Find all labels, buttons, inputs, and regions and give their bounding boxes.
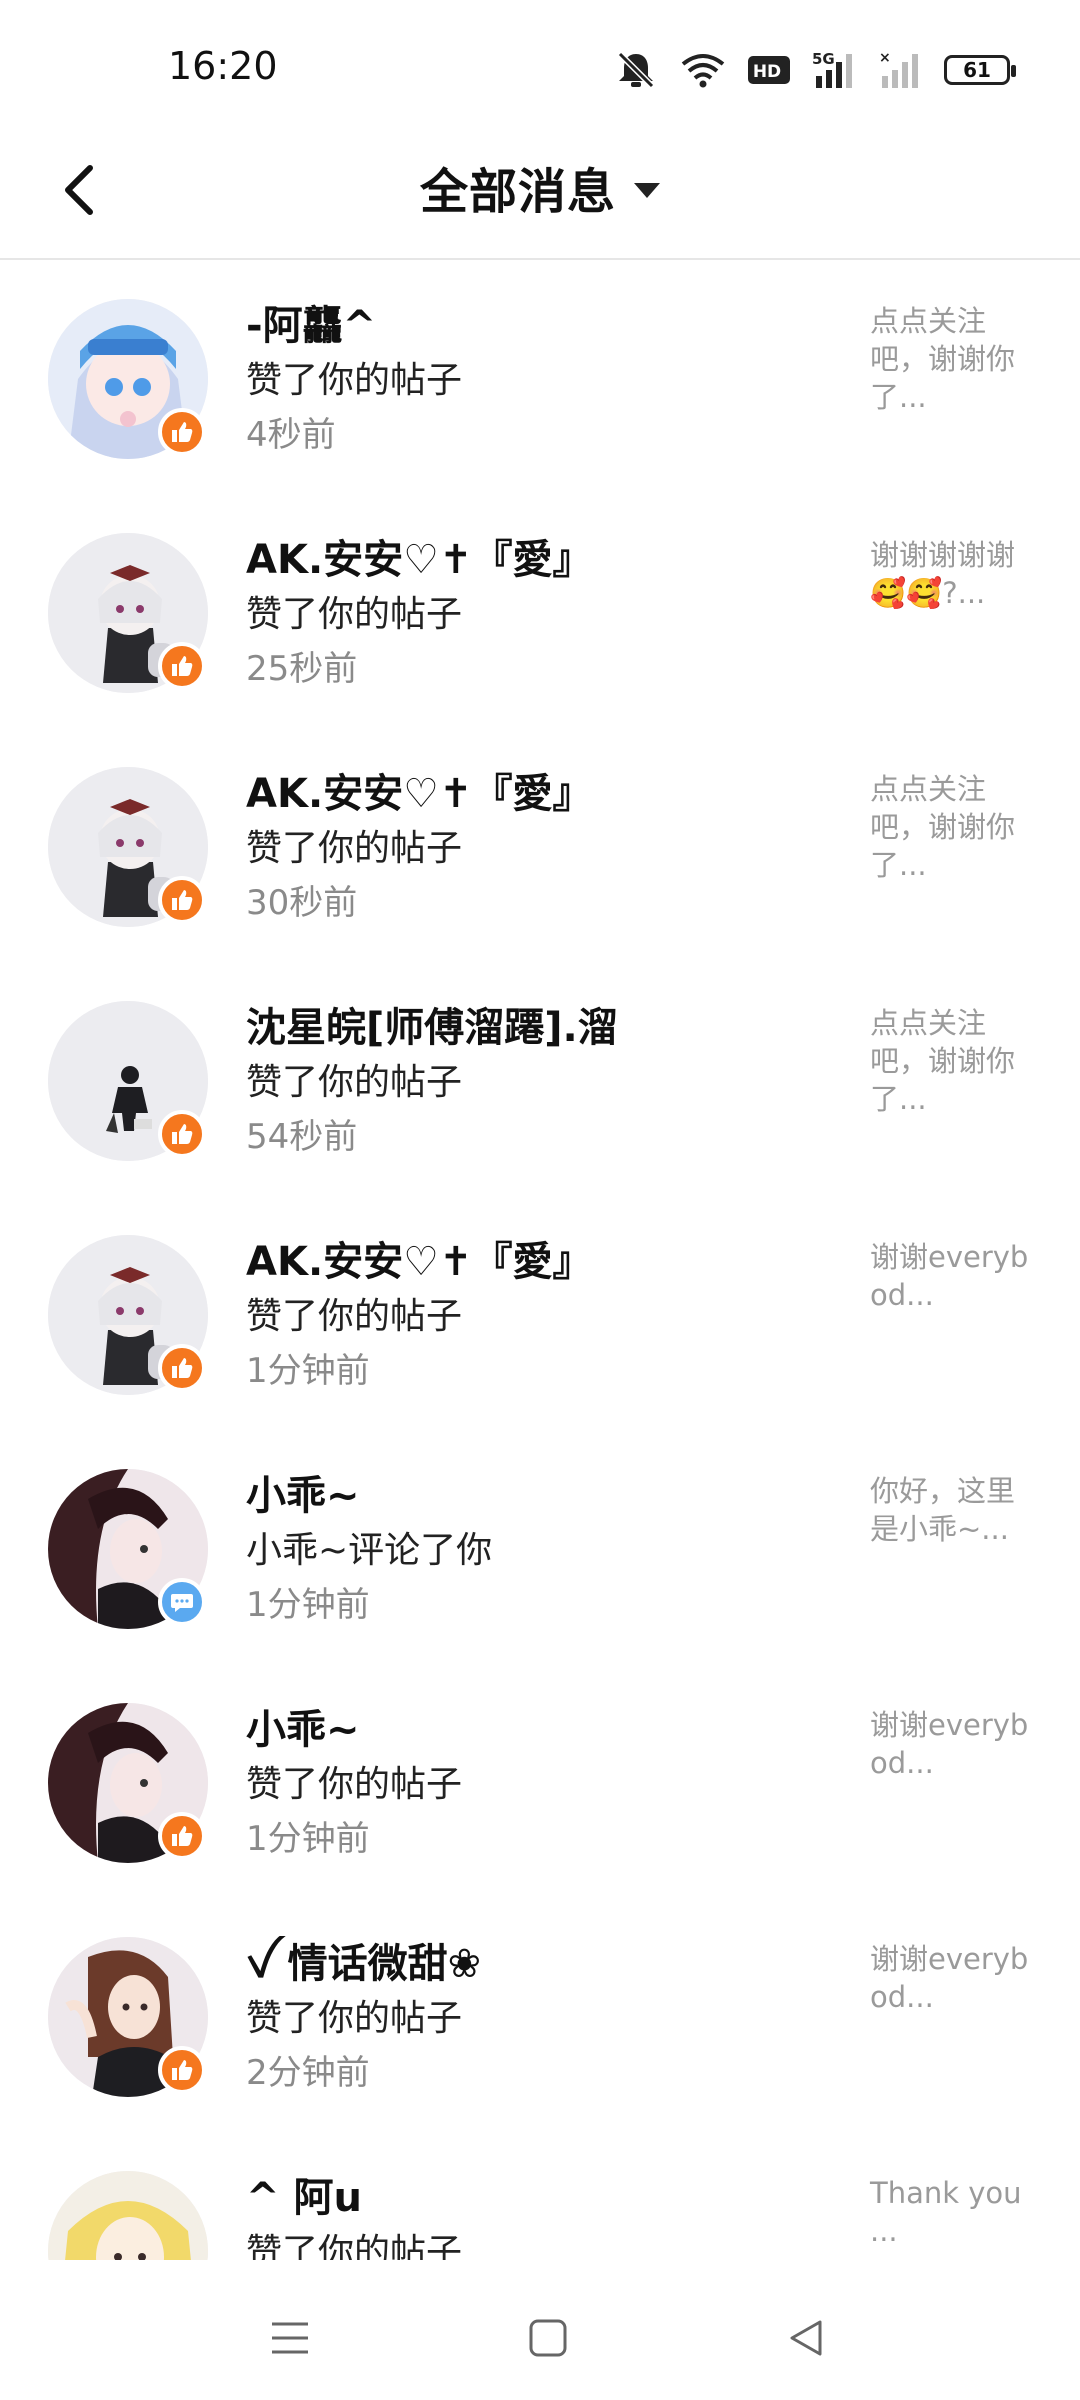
user-name[interactable]: AK.安安♡✝『愛』: [246, 1234, 846, 1290]
post-preview[interactable]: 谢谢everybod...: [870, 1238, 1040, 1314]
notification-row[interactable]: AK.安安♡✝『愛』 赞了你的帖子 1分钟前 谢谢everybod...: [0, 1198, 1080, 1432]
timestamp: 25秒前: [246, 649, 358, 689]
like-badge-icon: [158, 642, 206, 690]
menu-icon: [272, 2322, 308, 2354]
action-text: 赞了你的帖子: [246, 1062, 463, 1103]
avatar[interactable]: [48, 2171, 208, 2260]
notification-row[interactable]: -阿龘^ 赞了你的帖子 4秒前 点点关注吧，谢谢你了...: [0, 262, 1080, 496]
home-button[interactable]: [518, 2308, 578, 2368]
timestamp: 54秒前: [246, 1117, 358, 1157]
comment-preview[interactable]: 你好，这里是小乖~...: [870, 1472, 1040, 1548]
battery-level: 61: [963, 58, 991, 82]
system-nav-bar: [0, 2270, 1080, 2400]
recent-apps-button[interactable]: [260, 2308, 320, 2368]
system-back-button[interactable]: [776, 2308, 836, 2368]
signal-icon-2: ×: [878, 50, 922, 90]
title-dropdown[interactable]: 全部消息: [0, 152, 1080, 222]
action-text: 赞了你的帖子: [246, 1764, 463, 1805]
timestamp: 30秒前: [246, 883, 358, 923]
screen: 16:20 HD 5G × 61 全部消息 -阿龘^ 赞了你的帖子 4秒前 点点…: [0, 0, 1080, 2400]
user-name[interactable]: AK.安安♡✝『愛』: [246, 532, 846, 588]
action-text: 赞了你的帖子: [246, 828, 463, 869]
hd-icon: HD: [748, 54, 790, 86]
user-name[interactable]: ^ 阿u: [246, 2170, 846, 2226]
user-name[interactable]: 沈星皖[师傅溜蹮].溜: [246, 1000, 846, 1056]
timestamp: 1分钟前: [246, 1819, 370, 1859]
notification-row[interactable]: AK.安安♡✝『愛』 赞了你的帖子 25秒前 谢谢谢谢谢🥰🥰?...: [0, 496, 1080, 730]
notification-row[interactable]: 沈星皖[师傅溜蹮].溜 赞了你的帖子 54秒前 点点关注吧，谢谢你了...: [0, 964, 1080, 1198]
wifi-icon: [680, 52, 726, 88]
row-text: ^ 阿u 赞了你的帖子: [246, 2170, 846, 2260]
action-text: 赞了你的帖子: [246, 2232, 463, 2260]
timestamp: 1分钟前: [246, 1585, 370, 1625]
svg-text:×: ×: [879, 50, 891, 66]
row-text: AK.安安♡✝『愛』 赞了你的帖子 25秒前: [246, 532, 846, 696]
row-text: 小乖~ 小乖~评论了你 1分钟前: [246, 1468, 846, 1632]
notification-row[interactable]: AK.安安♡✝『愛』 赞了你的帖子 30秒前 点点关注吧，谢谢你了...: [0, 730, 1080, 964]
notification-list[interactable]: -阿龘^ 赞了你的帖子 4秒前 点点关注吧，谢谢你了... AK.安安♡✝『愛』…: [0, 262, 1080, 2260]
timestamp: 2分钟前: [246, 2053, 370, 2093]
header: 全部消息: [0, 120, 1080, 260]
action-text: 赞了你的帖子: [246, 1998, 463, 2039]
row-text: 沈星皖[师傅溜蹮].溜 赞了你的帖子 54秒前: [246, 1000, 846, 1164]
like-badge-icon: [158, 1812, 206, 1860]
post-preview[interactable]: 点点关注吧，谢谢你了...: [870, 302, 1040, 416]
row-text: AK.安安♡✝『愛』 赞了你的帖子 30秒前: [246, 766, 846, 930]
caret-down-icon: [634, 182, 660, 198]
notification-row[interactable]: 小乖~ 赞了你的帖子 1分钟前 谢谢everybod...: [0, 1666, 1080, 1900]
user-name[interactable]: -阿龘^: [246, 298, 846, 354]
post-preview[interactable]: 谢谢谢谢谢🥰🥰?...: [870, 536, 1040, 612]
action-text: 赞了你的帖子: [246, 360, 463, 401]
network-label: 5G: [812, 50, 835, 68]
5g-signal-icon: 5G: [812, 50, 856, 90]
notification-row[interactable]: ꪜ 情话微甜❀ 赞了你的帖子 2分钟前 谢谢everybod...: [0, 1900, 1080, 2134]
notification-row[interactable]: ^ 阿u 赞了你的帖子 Thank you ...: [0, 2134, 1080, 2260]
home-icon: [529, 2319, 567, 2357]
timestamp: 1分钟前: [246, 1351, 370, 1391]
status-icons: HD 5G × 61: [614, 48, 1016, 92]
back-triangle-icon: [790, 2320, 822, 2356]
action-text: 赞了你的帖子: [246, 594, 463, 635]
post-preview[interactable]: 点点关注吧，谢谢你了...: [870, 1004, 1040, 1118]
user-name[interactable]: AK.安安♡✝『愛』: [246, 766, 846, 822]
like-badge-icon: [158, 1344, 206, 1392]
comment-badge-icon: [158, 1578, 206, 1626]
notification-row[interactable]: 小乖~ 小乖~评论了你 1分钟前 你好，这里是小乖~...: [0, 1432, 1080, 1666]
user-name[interactable]: 小乖~: [246, 1702, 846, 1758]
mute-icon: [614, 50, 658, 90]
row-text: 小乖~ 赞了你的帖子 1分钟前: [246, 1702, 846, 1866]
status-time: 16:20: [168, 44, 278, 88]
action-text: 赞了你的帖子: [246, 1296, 463, 1337]
page-title: 全部消息: [419, 164, 616, 220]
timestamp: 4秒前: [246, 415, 336, 455]
hd-label: HD: [753, 62, 781, 82]
row-text: AK.安安♡✝『愛』 赞了你的帖子 1分钟前: [246, 1234, 846, 1398]
battery-icon: 61: [944, 55, 1016, 85]
anime-girl-blonde-avatar: [48, 2171, 208, 2260]
post-preview[interactable]: 谢谢everybod...: [870, 1706, 1040, 1782]
post-preview[interactable]: Thank you ...: [870, 2174, 1040, 2250]
user-name[interactable]: 小乖~: [246, 1468, 846, 1524]
like-badge-icon: [158, 2046, 206, 2094]
user-name[interactable]: ꪜ 情话微甜❀: [246, 1936, 846, 1992]
post-preview[interactable]: 谢谢everybod...: [870, 1940, 1040, 2016]
status-bar: 16:20 HD 5G × 61: [0, 0, 1080, 120]
action-text: 小乖~评论了你: [246, 1530, 493, 1571]
like-badge-icon: [158, 1110, 206, 1158]
like-badge-icon: [158, 408, 206, 456]
row-text: -阿龘^ 赞了你的帖子 4秒前: [246, 298, 846, 462]
row-text: ꪜ 情话微甜❀ 赞了你的帖子 2分钟前: [246, 1936, 846, 2100]
like-badge-icon: [158, 876, 206, 924]
post-preview[interactable]: 点点关注吧，谢谢你了...: [870, 770, 1040, 884]
